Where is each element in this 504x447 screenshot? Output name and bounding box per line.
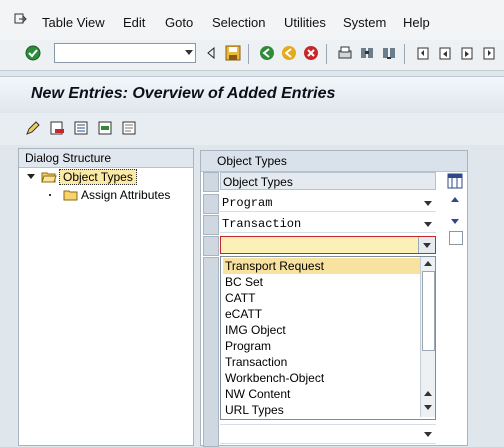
dropdown-option[interactable]: eCATT: [223, 306, 421, 322]
menu-goto[interactable]: Goto: [165, 15, 193, 30]
back-icon[interactable]: [258, 44, 276, 62]
next-page-icon[interactable]: [458, 44, 476, 62]
dropdown-option[interactable]: Program: [223, 338, 421, 354]
dropdown-option[interactable]: Transport Request: [223, 258, 421, 274]
table-row[interactable]: [220, 424, 436, 444]
table-row[interactable]: Program: [220, 194, 436, 212]
title-bar: New Entries: Overview of Added Entries: [0, 76, 504, 114]
collapse-left-icon[interactable]: [202, 44, 220, 62]
cancel-icon[interactable]: [302, 44, 320, 62]
command-field[interactable]: [54, 43, 196, 63]
vertical-scrollbar[interactable]: [447, 173, 463, 445]
dropdown-scrollbar[interactable]: [420, 257, 435, 417]
select-block-icon[interactable]: [96, 119, 114, 137]
print-icon[interactable]: [336, 44, 354, 62]
select-all-icon[interactable]: [72, 119, 90, 137]
dialog-structure-panel: Dialog Structure Object Types Assign Att…: [18, 148, 194, 446]
dialog-structure-header: Dialog Structure: [19, 149, 193, 168]
menu-table-view[interactable]: Table View: [42, 15, 105, 30]
scroll-thumb[interactable]: [422, 271, 435, 351]
folder-icon: [63, 188, 79, 206]
dropdown-button[interactable]: [418, 237, 435, 253]
delete-icon[interactable]: [48, 119, 66, 137]
dropdown-option[interactable]: NW Content: [223, 386, 421, 402]
tree-expand-icon[interactable]: [27, 174, 35, 179]
change-display-icon[interactable]: [24, 119, 42, 137]
exit-icon[interactable]: [280, 44, 298, 62]
active-dropdown-cell[interactable]: [220, 236, 436, 254]
scroll-thumb[interactable]: [449, 231, 463, 245]
row-selector[interactable]: [203, 236, 219, 256]
tree-leaf-bullet-icon: [49, 194, 51, 196]
folder-open-icon: [41, 170, 57, 188]
row-selector[interactable]: [203, 257, 219, 447]
deselect-all-icon[interactable]: [120, 119, 138, 137]
menu-help[interactable]: Help: [403, 15, 430, 30]
row-selector[interactable]: [203, 215, 219, 235]
dropdown-option[interactable]: URL Types: [223, 402, 421, 418]
menu-utilities[interactable]: Utilities: [284, 15, 326, 30]
enter-icon[interactable]: [24, 44, 42, 62]
select-all-cell[interactable]: [203, 172, 219, 192]
dropdown-list: Transport Request BC Set CATT eCATT IMG …: [220, 256, 436, 420]
menu-system[interactable]: System: [343, 15, 386, 30]
row-selector[interactable]: [203, 194, 219, 214]
tree-node-object-types[interactable]: Object Types: [25, 169, 189, 185]
menu-shortcut-icon[interactable]: [13, 12, 29, 28]
scroll-up-icon[interactable]: [424, 261, 432, 266]
application-toolbar: [0, 113, 504, 145]
table-settings-icon[interactable]: [447, 173, 463, 189]
chevron-down-icon[interactable]: [424, 432, 432, 437]
panel-title: Object Types: [201, 151, 467, 172]
chevron-down-icon[interactable]: [424, 201, 432, 206]
chevron-down-icon[interactable]: [424, 222, 432, 227]
menu-selection[interactable]: Selection: [212, 15, 265, 30]
cell-value: Program: [222, 196, 273, 210]
menu-edit[interactable]: Edit: [123, 15, 145, 30]
tree-node-assign-attributes[interactable]: Assign Attributes: [25, 187, 189, 203]
chevron-down-icon[interactable]: [423, 243, 431, 248]
save-icon[interactable]: [224, 44, 242, 62]
column-header[interactable]: Object Types: [220, 172, 436, 190]
dropdown-option[interactable]: Workbench-Object: [223, 370, 421, 386]
dropdown-option[interactable]: Transaction: [223, 354, 421, 370]
tree-node-label: Object Types: [59, 169, 137, 185]
scroll-up-icon[interactable]: [451, 197, 459, 202]
tree-node-label: Assign Attributes: [81, 188, 171, 202]
scroll-up-icon[interactable]: [424, 391, 432, 396]
find-next-icon[interactable]: [380, 44, 398, 62]
scroll-down-icon[interactable]: [451, 219, 459, 224]
dropdown-option[interactable]: CATT: [223, 290, 421, 306]
menu-bar: Table View Edit Goto Selection Utilities…: [0, 0, 504, 40]
cell-value: Transaction: [222, 217, 302, 231]
dropdown-option[interactable]: IMG Object: [223, 322, 421, 338]
last-page-icon[interactable]: [480, 44, 498, 62]
dropdown-option[interactable]: BC Set: [223, 274, 421, 290]
standard-toolbar: [0, 40, 504, 71]
find-icon[interactable]: [358, 44, 376, 62]
table-row[interactable]: Transaction: [220, 215, 436, 233]
scroll-down-icon[interactable]: [424, 405, 432, 410]
previous-page-icon[interactable]: [436, 44, 454, 62]
chevron-down-icon[interactable]: [185, 50, 193, 55]
first-page-icon[interactable]: [414, 44, 432, 62]
page-title: New Entries: Overview of Added Entries: [31, 85, 336, 102]
